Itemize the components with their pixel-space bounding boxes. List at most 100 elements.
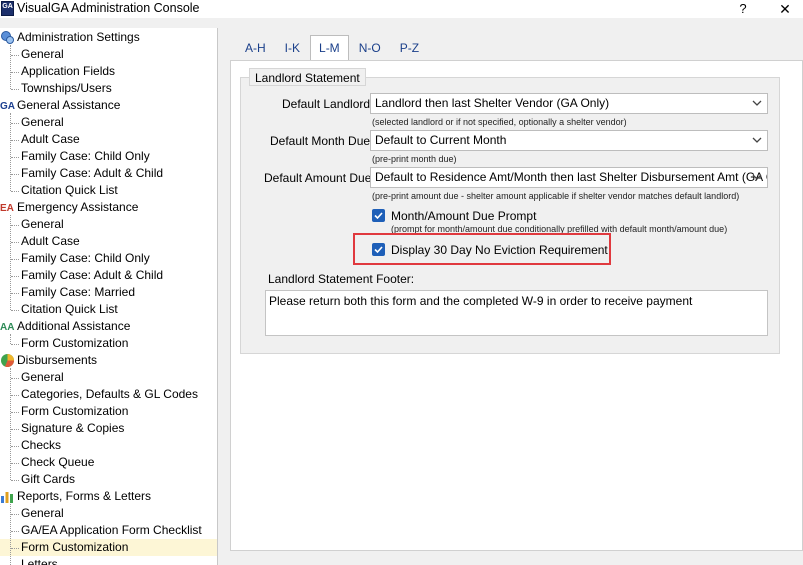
tree-item-citation-quick-list[interactable]: Citation Quick List: [0, 301, 217, 318]
footer-label: Landlord Statement Footer:: [268, 272, 415, 286]
bar-chart-icon: [0, 489, 15, 504]
tree-item-label: Townships/Users: [21, 81, 112, 95]
tree-group-reports-forms-letters[interactable]: Reports, Forms & Letters: [0, 488, 217, 505]
tree-item-general[interactable]: General: [0, 505, 217, 522]
month-amount-prompt-checkbox[interactable]: [372, 209, 385, 222]
tree-item-family-case-married[interactable]: Family Case: Married: [0, 284, 217, 301]
tree-item-adult-case[interactable]: Adult Case: [0, 233, 217, 250]
tree-item-general[interactable]: General: [0, 114, 217, 131]
tree-group-general-assistance[interactable]: GA General Assistance: [0, 97, 217, 114]
default-month-value: Default to Current Month: [375, 133, 507, 147]
default-month-hint: (pre-print month due): [372, 154, 457, 164]
default-amount-select[interactable]: Default to Residence Amt/Month then last…: [370, 167, 768, 188]
tree-connector: [11, 55, 19, 56]
tree-connector: [11, 548, 19, 549]
tree-item-form-customization[interactable]: Form Customization: [0, 335, 217, 352]
tree-guide-line: [10, 504, 11, 565]
eviction-requirement-label: Display 30 Day No Eviction Requirement: [391, 243, 608, 257]
tree-connector: [11, 395, 19, 396]
tree-item-townships-users[interactable]: Townships/Users: [0, 80, 217, 97]
close-button[interactable]: ✕: [775, 0, 795, 18]
footer-textarea[interactable]: Please return both this form and the com…: [265, 290, 768, 336]
eviction-requirement-checkbox[interactable]: [372, 243, 385, 256]
tree-group-disbursements[interactable]: Disbursements: [0, 352, 217, 369]
tree-item-label: Family Case: Adult & Child: [21, 268, 164, 282]
tree-guide-line: [10, 334, 11, 344]
tree-item-label: Form Customization: [21, 336, 129, 350]
tree-connector: [11, 89, 19, 90]
additional-assistance-icon: AA: [0, 319, 15, 334]
tree-item-label: Family Case: Child Only: [21, 251, 150, 265]
tree-item-label: Letters: [21, 557, 58, 565]
tree-connector: [11, 531, 19, 532]
tree-connector: [11, 480, 19, 481]
tree-item-family-case-child-only[interactable]: Family Case: Child Only: [0, 250, 217, 267]
tree-item-citation-quick-list[interactable]: Citation Quick List: [0, 182, 217, 199]
default-amount-hint: (pre-print amount due - shelter amount a…: [372, 191, 740, 201]
tree-item-ga-ea-application-form-checklist[interactable]: GA/EA Application Form Checklist: [0, 522, 217, 539]
checkmark-icon: [374, 246, 383, 254]
tree-item-form-customization[interactable]: Form Customization: [0, 403, 217, 420]
tree-connector: [11, 72, 19, 73]
tree-connector: [11, 514, 19, 515]
tab-i-k[interactable]: I-K: [276, 35, 309, 61]
default-landlord-hint: (selected landlord or if not specified, …: [372, 117, 627, 127]
tree-item-letters[interactable]: Letters: [0, 556, 217, 565]
tree-item-general[interactable]: General: [0, 216, 217, 233]
tree-item-family-case-child-only[interactable]: Family Case: Child Only: [0, 148, 217, 165]
tree-guide-line: [10, 113, 11, 191]
tree-connector: [11, 412, 19, 413]
tree-item-signature-copies[interactable]: Signature & Copies: [0, 420, 217, 437]
tree-item-application-fields[interactable]: Application Fields: [0, 63, 217, 80]
tree-group-label: Administration Settings: [17, 30, 140, 44]
chevron-down-icon: [752, 174, 762, 180]
tree-connector: [11, 123, 19, 124]
tree-item-label: Gift Cards: [21, 472, 76, 486]
tree-item-adult-case[interactable]: Adult Case: [0, 131, 217, 148]
tree-group-label: Disbursements: [17, 353, 98, 367]
emergency-assistance-icon: EA: [0, 200, 15, 215]
tree-item-form-customization[interactable]: Form Customization: [0, 539, 217, 556]
navigation-tree[interactable]: Administration Settings General Applicatio…: [0, 28, 218, 565]
tree-item-general[interactable]: General: [0, 46, 217, 63]
svg-text:EA: EA: [0, 203, 14, 214]
tree-guide-line: [10, 215, 11, 310]
window-title: VisualGA Administration Console: [17, 1, 200, 15]
tab-a-h[interactable]: A-H: [236, 35, 275, 61]
chevron-down-icon: [752, 100, 762, 106]
tree-item-label: Adult Case: [21, 132, 80, 146]
tree-group-emergency-assistance[interactable]: EA Emergency Assistance: [0, 199, 217, 216]
tree-item-label: Adult Case: [21, 234, 80, 248]
tree-guide-line: [10, 45, 11, 89]
tree-connector: [11, 174, 19, 175]
tree-guide-line: [10, 368, 11, 480]
pie-chart-icon: [0, 353, 15, 368]
tree-item-family-case-adult-child[interactable]: Family Case: Adult & Child: [0, 165, 217, 182]
tree-item-label: Signature & Copies: [21, 421, 125, 435]
tree-item-label: Form Customization: [21, 404, 129, 418]
tree-item-general[interactable]: General: [0, 369, 217, 386]
chevron-down-icon: [752, 137, 762, 143]
tree-item-checks[interactable]: Checks: [0, 437, 217, 454]
tab-p-z[interactable]: P-Z: [391, 35, 428, 61]
default-month-label: Default Month Due:: [270, 134, 374, 148]
default-month-select[interactable]: Default to Current Month: [370, 130, 768, 151]
general-assistance-icon: GA: [0, 98, 15, 113]
tree-item-label: General: [21, 506, 64, 520]
group-title: Landlord Statement: [249, 68, 366, 86]
tree-item-categories-defaults-gl-codes[interactable]: Categories, Defaults & GL Codes: [0, 386, 217, 403]
tab-n-o[interactable]: N-O: [350, 35, 390, 61]
tree-item-family-case-adult-child[interactable]: Family Case: Adult & Child: [0, 267, 217, 284]
tree-item-gift-cards[interactable]: Gift Cards: [0, 471, 217, 488]
tree-item-check-queue[interactable]: Check Queue: [0, 454, 217, 471]
help-button[interactable]: ?: [735, 0, 751, 18]
tree-group-administration-settings[interactable]: Administration Settings: [0, 29, 217, 46]
tree-group-label: General Assistance: [17, 98, 121, 112]
tree-connector: [11, 378, 19, 379]
tree-group-additional-assistance[interactable]: AA Additional Assistance: [0, 318, 217, 335]
tree-connector: [11, 191, 19, 192]
tab-l-m[interactable]: L-M: [310, 35, 349, 61]
tree-item-label: General: [21, 370, 64, 384]
tree-item-label: General: [21, 47, 64, 61]
default-landlord-select[interactable]: Landlord then last Shelter Vendor (GA On…: [370, 93, 768, 114]
